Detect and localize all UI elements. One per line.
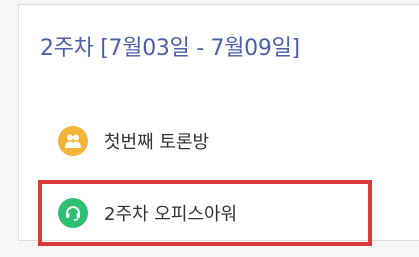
week-section-title: 2주차 [7월03일 - 7월09일] — [40, 36, 300, 61]
activity-office-hour-label[interactable]: 2주차 오피스아워 — [104, 200, 237, 226]
headset-icon — [58, 198, 88, 228]
activity-office-hour-item[interactable]: 2주차 오피스아워 — [58, 198, 237, 228]
forum-people-icon — [58, 126, 88, 156]
activity-forum-label[interactable]: 첫번째 토론방 — [104, 128, 209, 154]
activity-forum-item[interactable]: 첫번째 토론방 — [58, 126, 209, 156]
